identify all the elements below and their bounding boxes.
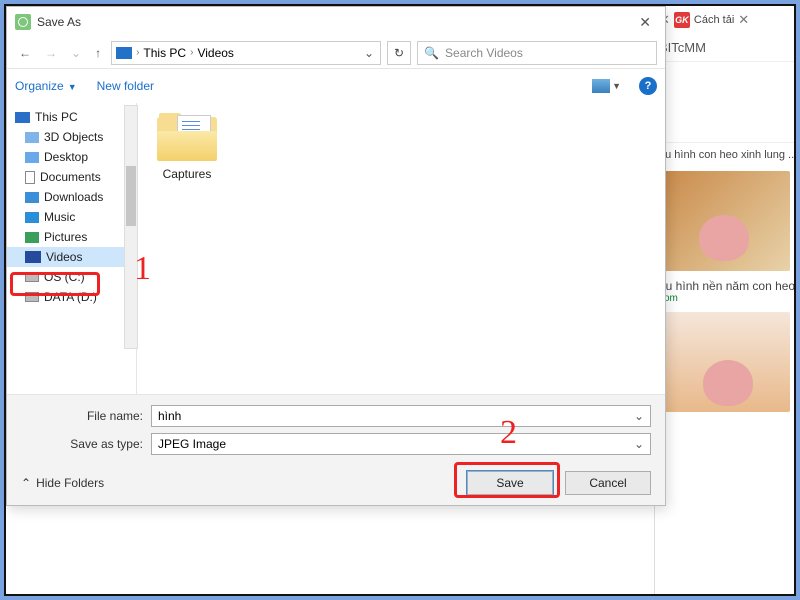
- toolbar: Organize▼ New folder ▼ ?: [7, 69, 665, 103]
- location-icon: [116, 47, 132, 59]
- tree-music[interactable]: Music: [7, 207, 136, 227]
- background-browser: ✕ GK Cách tải ✕ BITcMM hu hình con heo x…: [654, 6, 794, 594]
- result-thumbnail-2[interactable]: [659, 312, 790, 412]
- save-as-dialog: Save As ✕ ← → ⌄ ↑ › This PC › Videos ⌄ ↻…: [6, 6, 666, 506]
- refresh-button[interactable]: ↻: [387, 41, 411, 65]
- dialog-title: Save As: [37, 15, 633, 29]
- navigation-tree: This PC 3D Objects Desktop Documents Dow…: [7, 103, 137, 394]
- address-bar-fragment[interactable]: BITcMM: [655, 34, 794, 62]
- save-as-type-label: Save as type:: [21, 437, 151, 451]
- recent-locations-button[interactable]: ⌄: [67, 44, 85, 62]
- search-result-domain: com: [659, 293, 790, 304]
- dialog-bottom-panel: File name: hình Save as type: JPEG Image…: [7, 394, 665, 505]
- search-placeholder: Search Videos: [445, 46, 523, 60]
- search-icon: 🔍: [424, 46, 439, 60]
- breadcrumb-videos[interactable]: Videos: [197, 46, 233, 60]
- folder-label: Captures: [147, 167, 227, 181]
- save-button[interactable]: Save: [467, 471, 553, 495]
- search-result-title-2[interactable]: ầu hình nền năm con heo ...: [659, 279, 790, 293]
- up-button[interactable]: ↑: [91, 44, 105, 62]
- help-button[interactable]: ?: [639, 77, 657, 95]
- tab-favicon: GK: [674, 12, 690, 28]
- hide-folders-toggle[interactable]: ⌃ Hide Folders: [21, 476, 104, 490]
- tree-desktop[interactable]: Desktop: [7, 147, 136, 167]
- tab-label[interactable]: Cách tải: [694, 14, 734, 26]
- save-as-type-select[interactable]: JPEG Image: [151, 433, 651, 455]
- chevron-right-icon[interactable]: ›: [136, 47, 139, 58]
- tree-3d-objects[interactable]: 3D Objects: [7, 127, 136, 147]
- close-button[interactable]: ✕: [633, 14, 657, 31]
- tree-documents[interactable]: Documents: [7, 167, 136, 187]
- navigation-row: ← → ⌄ ↑ › This PC › Videos ⌄ ↻ 🔍 Search …: [7, 37, 665, 69]
- breadcrumb-this-pc[interactable]: This PC: [143, 46, 186, 60]
- forward-button: →: [41, 44, 61, 62]
- file-list-pane[interactable]: Captures: [137, 103, 665, 394]
- filename-label: File name:: [21, 409, 151, 423]
- tree-this-pc[interactable]: This PC: [7, 107, 136, 127]
- tab-close-icon-2[interactable]: ✕: [738, 12, 749, 28]
- tree-videos[interactable]: Videos: [7, 247, 136, 267]
- tree-data-d[interactable]: DATA (D:): [7, 287, 136, 307]
- search-input[interactable]: 🔍 Search Videos: [417, 41, 657, 65]
- tree-pictures[interactable]: Pictures: [7, 227, 136, 247]
- folder-captures[interactable]: Captures: [147, 113, 227, 181]
- folder-icon: [157, 113, 217, 161]
- filename-input[interactable]: hình: [151, 405, 651, 427]
- titlebar: Save As ✕: [7, 7, 665, 37]
- search-result-title-1[interactable]: hu hình con heo xinh lung ...: [655, 142, 794, 167]
- breadcrumb-dropdown[interactable]: ⌄: [362, 46, 376, 60]
- result-thumbnail-1[interactable]: [659, 171, 790, 271]
- tree-os-c[interactable]: OS (C:): [7, 267, 136, 287]
- organize-menu[interactable]: Organize▼: [15, 79, 79, 93]
- tree-downloads[interactable]: Downloads: [7, 187, 136, 207]
- new-folder-button[interactable]: New folder: [97, 79, 154, 93]
- view-options-button[interactable]: ▼: [592, 79, 621, 93]
- chevron-up-icon: ⌃: [21, 476, 31, 490]
- chevron-right-icon[interactable]: ›: [190, 47, 193, 58]
- app-icon: [15, 14, 31, 30]
- breadcrumb[interactable]: › This PC › Videos ⌄: [111, 41, 381, 65]
- view-icon: [592, 79, 610, 93]
- back-button[interactable]: ←: [15, 44, 35, 62]
- cancel-button[interactable]: Cancel: [565, 471, 651, 495]
- tree-scrollbar[interactable]: [124, 105, 138, 349]
